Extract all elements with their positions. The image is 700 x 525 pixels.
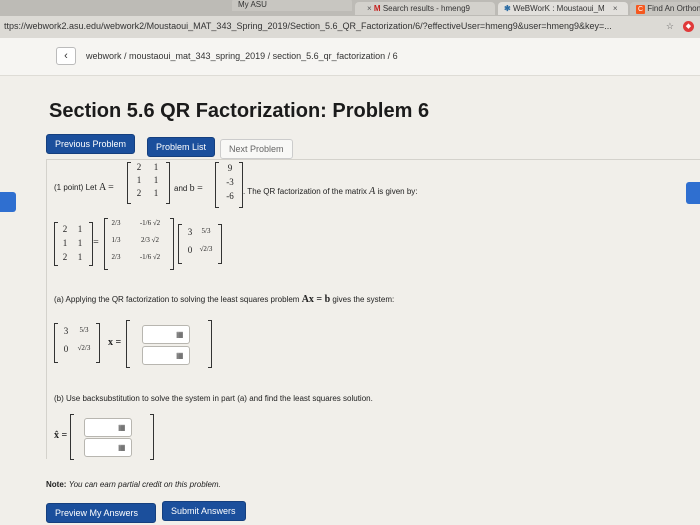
chegg-icon: C [636,5,645,14]
extension-icon[interactable]: ◆ [683,21,694,32]
and-b-label: and b = [174,183,203,194]
answer-input-b2[interactable]: ▦ [84,438,132,457]
tab-label: Find An Orthon [647,4,700,13]
qr-intro-text: . The QR factorization of the matrix A i… [243,186,418,197]
browser-tab-bar: My ASU × M Search results - hmeng9 ✱ WeB… [0,0,700,16]
matrix-grid-icon[interactable]: ▦ [176,351,185,360]
tab-label: My ASU [238,0,267,9]
tab-webwork[interactable]: ✱ WeBWorK : Moustaoui_M × [498,2,628,15]
webwork-page: ‹ webwork / moustaoui_mat_343_spring_201… [0,38,700,525]
breadcrumb-bar: ‹ webwork / moustaoui_mat_343_spring_201… [0,38,700,76]
xhat-bracket-left [70,414,74,460]
matrix-grid-icon[interactable]: ▦ [176,330,185,339]
next-problem-button: Next Problem [220,139,293,159]
matrix-grid-icon[interactable]: ▦ [118,423,127,432]
matrix-grid-icon[interactable]: ▦ [118,443,127,452]
partial-credit-note: Note: You can earn partial credit on thi… [46,480,221,489]
xhat-bracket-right [150,414,154,460]
problem-list-button[interactable]: Problem List [147,137,216,157]
xhat-label: x̂ = [54,430,68,441]
tab-find-orthonormal[interactable]: C Find An Orthon [630,2,700,15]
answer-input-a2[interactable]: ▦ [142,346,190,365]
tab-search-results[interactable]: × M Search results - hmeng9 [355,2,495,15]
bookmark-star-icon[interactable]: ☆ [666,21,674,32]
url-text: ttps://webwork2.asu.edu/webwork2/Moustao… [4,21,612,31]
side-tab-left[interactable] [0,192,16,212]
tab-label: Search results - hmeng9 [382,4,470,13]
back-button[interactable]: ‹ [56,47,76,65]
problem-body [46,159,700,459]
close-icon[interactable]: × [367,4,372,13]
page-title: Section 5.6 QR Factorization: Problem 6 [49,100,430,122]
address-bar[interactable]: ttps://webwork2.asu.edu/webwork2/Moustao… [0,16,700,38]
problem-intro: (1 point) Let A = [54,182,114,193]
gmail-icon: M [373,4,381,13]
close-icon[interactable]: × [613,4,618,13]
part-a-prompt: (a) Applying the QR factorization to sol… [54,294,395,305]
breadcrumb: webwork / moustaoui_mat_343_spring_2019 … [86,51,398,61]
answer-input-a1[interactable]: ▦ [142,325,190,344]
previous-problem-button[interactable]: Previous Problem [46,134,136,154]
tab-my-asu[interactable]: My ASU [232,0,352,11]
part-b-prompt: (b) Use backsubstitution to solve the sy… [54,394,373,403]
webwork-icon: ✱ [504,4,511,13]
answer-input-b1[interactable]: ▦ [84,418,132,437]
tab-label: WeBWorK : Moustaoui_M [512,4,605,13]
preview-answers-button[interactable]: Preview My Answers [46,503,156,523]
submit-answers-button[interactable]: Submit Answers [162,501,246,521]
